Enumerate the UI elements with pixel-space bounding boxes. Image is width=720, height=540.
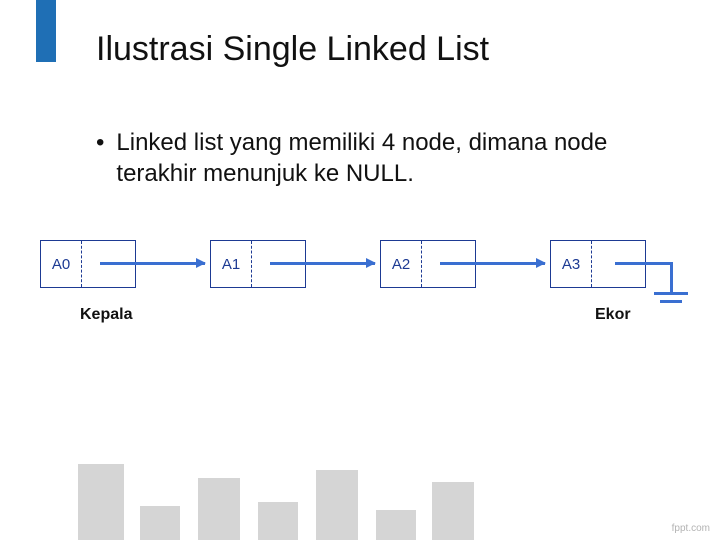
deco-bar: [432, 482, 474, 540]
node-a2-data: A2: [381, 241, 422, 287]
bullet-dot: •: [96, 128, 104, 189]
null-ground-1: [654, 292, 688, 295]
null-link-out: [615, 262, 673, 265]
node-a3-data: A3: [551, 241, 592, 287]
null-link-down: [670, 262, 673, 292]
linked-list-diagram: A0 A1 A2 A3 Kepala Ekor: [40, 240, 690, 360]
deco-bar: [316, 470, 358, 540]
deco-bar: [140, 506, 180, 540]
head-label: Kepala: [80, 306, 132, 324]
deco-bar: [198, 478, 240, 540]
deco-bar: [376, 510, 416, 540]
arrow-a0-a1: [100, 262, 205, 265]
accent-stripe: [36, 0, 56, 62]
node-a1-data: A1: [211, 241, 252, 287]
bullet-content: Linked list yang memiliki 4 node, dimana…: [116, 128, 660, 189]
deco-bar: [258, 502, 298, 540]
tail-label: Ekor: [595, 306, 631, 324]
slide-title: Ilustrasi Single Linked List: [96, 30, 489, 69]
null-ground-2: [660, 300, 682, 303]
decorative-bars: [0, 450, 720, 540]
node-a0-data: A0: [41, 241, 82, 287]
arrow-a2-a3: [440, 262, 545, 265]
bullet-text: • Linked list yang memiliki 4 node, dima…: [96, 128, 660, 189]
deco-bar: [78, 464, 124, 540]
arrow-a1-a2: [270, 262, 375, 265]
footer-credit: fppt.com: [672, 523, 710, 534]
